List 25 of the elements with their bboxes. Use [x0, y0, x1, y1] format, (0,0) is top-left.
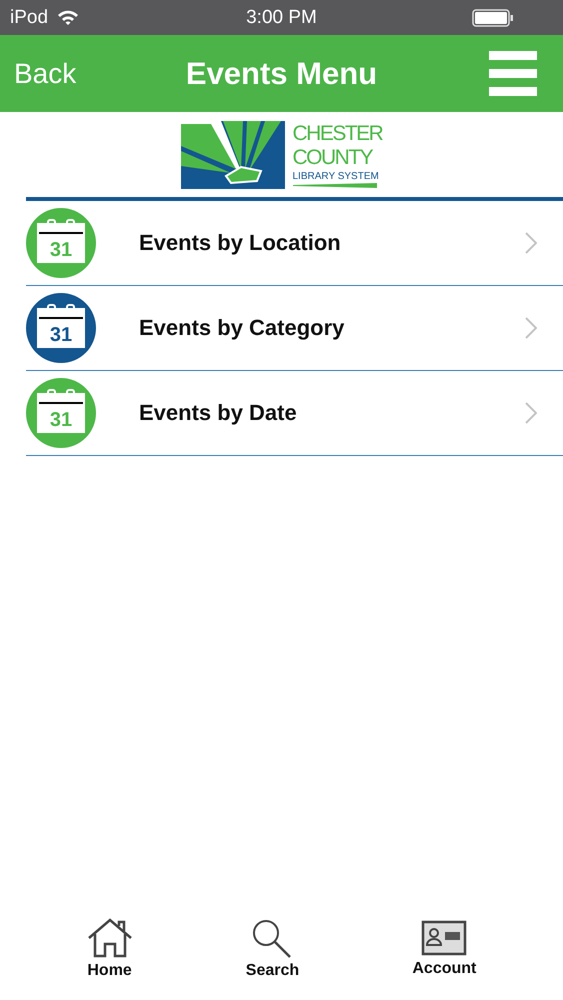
- menu-item-label: Events by Date: [139, 400, 298, 426]
- menu-item-label: Events by Location: [139, 230, 342, 256]
- status-time: 3:00 PM: [246, 6, 317, 28]
- carrier-name: iPod: [10, 6, 48, 28]
- calendar-day: 31: [50, 322, 72, 348]
- calendar-day: 31: [50, 237, 72, 263]
- chevron-icon: [525, 232, 537, 254]
- id-card-icon: [421, 918, 468, 958]
- page-title: Events Menu: [186, 56, 378, 92]
- logo-text: COUNTY: [292, 146, 372, 170]
- tab-item[interactable]: Home: [76, 918, 143, 1000]
- menu-item[interactable]: 31 Events by Category: [26, 286, 563, 371]
- house-icon: [86, 918, 133, 960]
- logo-text: CHESTER: [292, 122, 382, 146]
- menu-item[interactable]: 31 Events by Date: [26, 371, 563, 456]
- menu-icon[interactable]: [489, 50, 537, 98]
- tab-item[interactable]: Search: [236, 918, 310, 1000]
- wifi-icon: [56, 8, 80, 26]
- chevron-icon: [525, 402, 537, 424]
- menu-item[interactable]: 31 Events by Location: [26, 201, 563, 286]
- calendar-day: 31: [50, 407, 72, 433]
- chevron-icon: [525, 317, 537, 339]
- tab-item[interactable]: Account: [402, 918, 486, 1000]
- logo-text: LIBRARY SYSTEM: [292, 170, 380, 182]
- menu-item-label: Events by Category: [139, 315, 346, 341]
